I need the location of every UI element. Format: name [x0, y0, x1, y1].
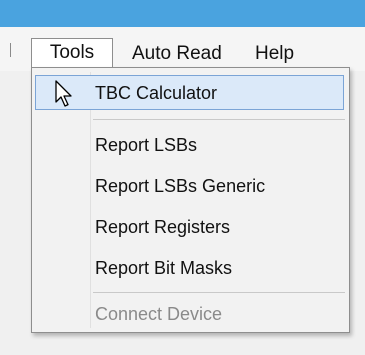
- menu-item-label: Report Bit Masks: [95, 258, 233, 278]
- menu-tools-label: Tools: [49, 42, 95, 63]
- menu-auto-read-label: Auto Read: [132, 43, 222, 64]
- menu-help-label: Help: [255, 43, 295, 64]
- menu-item-label: TBC Calculator: [95, 83, 218, 103]
- menu-help[interactable]: Help: [255, 40, 294, 68]
- menu-item-report-lsbs-generic[interactable]: Report LSBs Generic: [95, 169, 265, 203]
- menu-item-label: Report LSBs: [95, 135, 198, 155]
- arrow-cursor-icon: [55, 80, 72, 107]
- window-title-bar: [0, 0, 365, 27]
- menu-separator: [93, 119, 345, 120]
- menu-item-connect-device: Connect Device: [95, 297, 222, 331]
- menu-item-label: Report Registers: [95, 217, 231, 237]
- menu-auto-read[interactable]: Auto Read: [132, 40, 222, 68]
- menu-item-tbc-calculator[interactable]: TBC Calculator: [95, 76, 217, 110]
- menu-separator: [93, 292, 345, 293]
- menu-item-label: Report LSBs Generic: [95, 176, 266, 196]
- menu-icon-gutter: [90, 72, 91, 328]
- menu-bar-separator: [10, 43, 11, 57]
- tools-dropdown-menu: TBC Calculator Report LSBs Report LSBs G…: [31, 67, 350, 333]
- menu-item-report-registers[interactable]: Report Registers: [95, 210, 230, 244]
- menu-item-report-lsbs[interactable]: Report LSBs: [95, 128, 197, 162]
- menu-item-label: Connect Device: [95, 304, 223, 324]
- menu-item-report-bit-masks[interactable]: Report Bit Masks: [95, 251, 232, 285]
- menu-tools[interactable]: Tools: [31, 38, 113, 68]
